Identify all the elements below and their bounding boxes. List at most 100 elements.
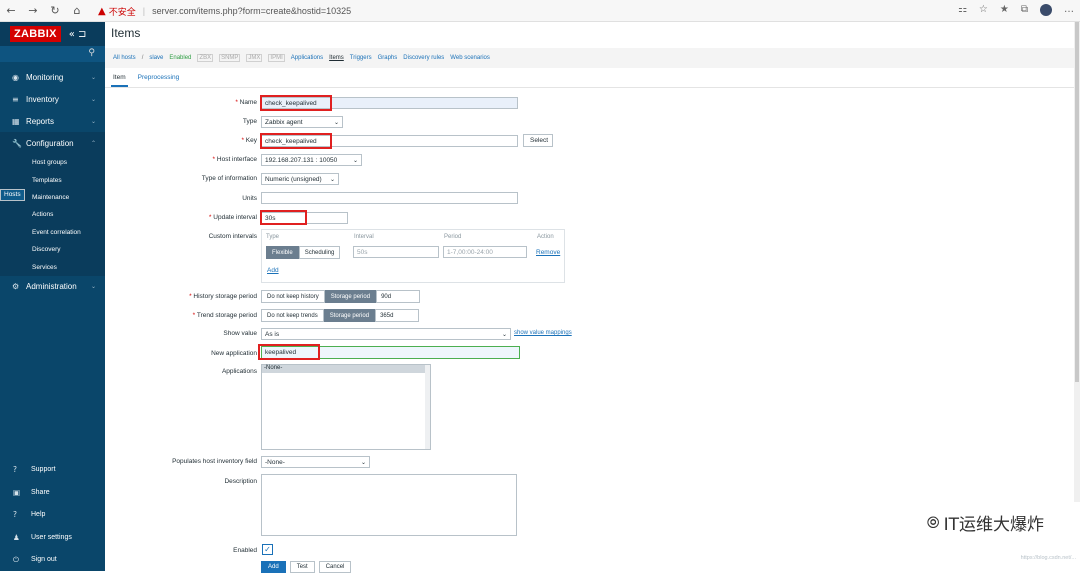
submenu-hosts[interactable]: Hosts — [0, 188, 25, 201]
sidebar-item-inventory[interactable]: ≡ Inventory ⌄ — [0, 88, 105, 110]
trend-storage-period-option[interactable]: Storage period — [323, 309, 376, 322]
sidebar-item-sign-out[interactable]: ⏻ Sign out — [0, 549, 105, 572]
type-of-information-select[interactable]: Numeric (unsigned) ⌄ — [261, 173, 339, 185]
form-tabs: Item Preprocessing — [111, 74, 181, 87]
breadcrumb-host[interactable]: slave — [149, 55, 163, 61]
nav-discovery-rules[interactable]: Discovery rules — [403, 55, 444, 61]
name-label: * Name — [235, 99, 257, 106]
sidebar-item-help[interactable]: ? Help — [0, 504, 105, 527]
back-icon[interactable]: ← — [0, 4, 22, 17]
applications-label: Applications — [221, 368, 257, 375]
chevron-down-icon: ⌄ — [329, 175, 335, 183]
more-icon[interactable]: … — [1064, 4, 1074, 16]
help-icon: ? — [13, 510, 17, 520]
badge-snmp: SNMP — [219, 54, 241, 62]
wechat-icon: ⦾ — [926, 512, 940, 532]
profile-avatar[interactable] — [1040, 4, 1052, 16]
submenu-host-groups[interactable]: Host groups — [0, 154, 105, 171]
breadcrumb-separator: / — [141, 55, 144, 61]
nav-items[interactable]: Items — [329, 55, 344, 61]
support-icon: ? — [13, 465, 17, 475]
highlight-name — [260, 95, 332, 111]
tab-divider — [105, 87, 1080, 88]
status-enabled[interactable]: Enabled — [169, 55, 191, 61]
favorite-icon[interactable]: ☆ — [979, 4, 988, 16]
breadcrumb: All hosts / slave Enabled ZBX SNMP JMX I… — [105, 48, 1080, 68]
page-scrollbar[interactable] — [1074, 22, 1080, 502]
sidebar-item-monitoring[interactable]: ◉ Monitoring ⌄ — [0, 66, 105, 88]
tab-item[interactable]: Item — [111, 74, 128, 87]
history-storage-period-option[interactable]: Storage period — [324, 290, 377, 303]
nav-graphs[interactable]: Graphs — [378, 55, 398, 61]
chevron-down-icon: ⌄ — [90, 73, 96, 81]
type-select[interactable]: Zabbix agent ⌄ — [261, 116, 343, 128]
forward-icon[interactable]: → — [22, 4, 44, 17]
ci-scheduling-option[interactable]: Scheduling — [298, 246, 341, 259]
sidebar-item-share[interactable]: ▣ Share — [0, 481, 105, 504]
show-value-select[interactable]: As is ⌄ — [261, 328, 511, 340]
applications-listbox[interactable]: -None- — [261, 364, 431, 450]
units-field[interactable] — [261, 192, 518, 204]
ci-period-field[interactable]: 1-7,00:00-24:00 — [443, 246, 527, 258]
zabbix-logo[interactable]: ZABBIX — [10, 26, 61, 42]
home-icon[interactable]: ⌂ — [66, 4, 88, 17]
submenu-actions[interactable]: Actions — [0, 206, 105, 223]
sidebar-item-label: User settings — [31, 533, 72, 541]
reload-icon[interactable]: ↻ — [44, 4, 66, 17]
select-key-button[interactable]: Select — [523, 134, 553, 147]
tab-preprocessing[interactable]: Preprocessing — [136, 74, 182, 87]
nav-applications[interactable]: Applications — [291, 55, 323, 61]
enabled-checkbox[interactable]: ✓ — [262, 544, 273, 555]
ci-interval-field[interactable]: 50s — [353, 246, 439, 258]
enabled-label: Enabled — [233, 547, 257, 554]
sidebar-item-support[interactable]: ? Support — [0, 459, 105, 482]
submenu-event-correlation[interactable]: Event correlation — [0, 224, 105, 241]
collections-icon[interactable]: ⧉ — [1021, 4, 1028, 16]
nav-triggers[interactable]: Triggers — [350, 55, 372, 61]
trend-do-not-keep-option[interactable]: Do not keep trends — [261, 309, 324, 322]
populates-inventory-select[interactable]: -None- ⌄ — [261, 456, 370, 468]
history-period-field[interactable]: 90d — [376, 290, 421, 303]
favorites-list-icon[interactable]: ★ — [1000, 4, 1009, 16]
sidebar-item-label: Help — [31, 511, 46, 519]
ci-header-period: Period — [444, 234, 462, 240]
history-do-not-keep-option[interactable]: Do not keep history — [261, 290, 325, 303]
test-button[interactable]: Test — [289, 561, 315, 573]
submenu-services[interactable]: Services — [0, 258, 105, 275]
url-separator: | — [142, 6, 146, 16]
url-text[interactable]: server.com/items.php?form=create&hostid=… — [152, 6, 351, 16]
chevron-down-icon: ⌄ — [360, 458, 366, 466]
nav-web-scenarios[interactable]: Web scenarios — [450, 55, 490, 61]
listbox-scrollbar[interactable] — [425, 365, 430, 449]
sidebar-search[interactable]: ⚲ — [0, 46, 105, 62]
ci-header-type: Type — [266, 234, 280, 240]
search-icon[interactable]: ⚲ — [88, 48, 95, 58]
sidebar-item-administration[interactable]: ⚙ Administration ⌄ — [0, 276, 105, 298]
scrollbar-thumb[interactable] — [1075, 22, 1079, 382]
cancel-button[interactable]: Cancel — [318, 561, 352, 573]
sidebar-item-reports[interactable]: ▦ Reports ⌄ — [0, 110, 105, 132]
ci-add-link[interactable]: Add — [267, 267, 279, 274]
host-interface-select[interactable]: 192.168.207.131 : 10050 ⌄ — [261, 154, 362, 166]
description-textarea[interactable] — [261, 474, 517, 536]
form-actions: Add Test Cancel — [261, 561, 352, 573]
add-button[interactable]: Add — [261, 561, 286, 573]
ci-remove-link[interactable]: Remove — [536, 249, 560, 256]
address-bar[interactable]: ▲ 不安全 | server.com/items.php?form=create… — [98, 3, 778, 19]
ci-flexible-option[interactable]: Flexible — [266, 246, 299, 259]
configuration-submenu: Host groups Templates Hosts Maintenance … — [0, 154, 105, 276]
not-secure-label[interactable]: 不安全 — [109, 5, 136, 18]
sidebar-item-user-settings[interactable]: ♟ User settings — [0, 526, 105, 549]
browser-actions: ⚏ ☆ ★ ⧉ … — [958, 4, 1074, 16]
breadcrumb-all-hosts[interactable]: All hosts — [113, 55, 136, 61]
show-value-mappings-link[interactable]: show value mappings — [514, 330, 572, 336]
sidebar-item-configuration[interactable]: 🔧 Configuration ⌃ — [0, 132, 105, 154]
applications-option-none[interactable]: -None- — [262, 365, 430, 373]
collapse-sidebar-icon[interactable]: « ⊐ — [69, 29, 87, 40]
history-storage-label: * History storage period — [189, 293, 257, 300]
submenu-discovery[interactable]: Discovery — [0, 241, 105, 258]
submenu-templates[interactable]: Templates — [0, 171, 105, 188]
sidebar-item-label: Administration — [26, 282, 77, 292]
trend-period-field[interactable]: 365d — [375, 309, 420, 322]
reader-icon[interactable]: ⚏ — [958, 4, 967, 16]
